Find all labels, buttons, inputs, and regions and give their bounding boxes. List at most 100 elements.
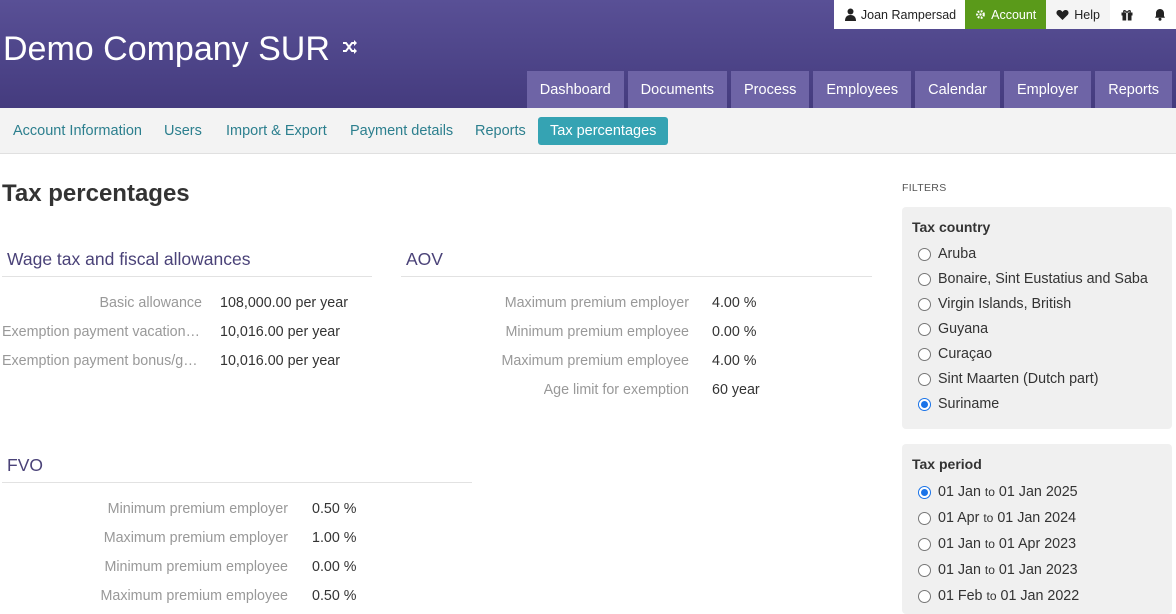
radio-button[interactable] [918, 511, 931, 525]
page-title: Tax percentages [2, 180, 190, 207]
nav-employer[interactable]: Employer [1003, 71, 1092, 108]
period-to: 01 Jan 2022 [1000, 588, 1080, 604]
row-label: Maximum premium employer [103, 530, 288, 546]
shuffle-icon[interactable] [342, 40, 358, 59]
nav-process[interactable]: Process [731, 71, 810, 108]
period-sep: to [984, 485, 995, 499]
tab-import-export[interactable]: Import & Export [226, 117, 327, 145]
radio-button[interactable] [918, 322, 931, 336]
radio-button[interactable] [918, 372, 931, 386]
country-option-virgin-islands[interactable]: Virgin Islands, British [918, 296, 1071, 312]
tab-payment-details[interactable]: Payment details [350, 117, 453, 145]
row-value: 0.50 % [312, 501, 357, 517]
aov-row: Minimum premium employee 0.00 % [401, 324, 871, 344]
gift-button[interactable] [1110, 0, 1143, 29]
period-sep: to [984, 563, 995, 577]
row-value: 108,000.00 per year [220, 295, 348, 311]
nav-dashboard[interactable]: Dashboard [526, 71, 624, 108]
radio-button-selected[interactable] [918, 485, 931, 499]
country-option-suriname[interactable]: Suriname [918, 396, 999, 412]
row-value: 10,016.00 per year [220, 324, 341, 340]
radio-button[interactable] [918, 297, 931, 311]
period-option[interactable]: 01 Jan to 01 Jan 2023 [918, 562, 1078, 578]
notifications-button[interactable] [1143, 0, 1176, 29]
wage-row-exemption-bonus: Exemption payment bonus/gratuity 10,016.… [0, 353, 360, 373]
row-value: 0.00 % [712, 324, 757, 340]
aov-row: Age limit for exemption 60 year [401, 382, 871, 402]
tax-period-title: Tax period [912, 456, 982, 472]
period-to: 01 Apr 2023 [998, 536, 1077, 552]
bell-icon [1154, 8, 1166, 21]
country-option-guyana[interactable]: Guyana [918, 321, 988, 337]
row-value: 4.00 % [712, 295, 757, 311]
period-from: 01 Jan [938, 484, 981, 500]
radio-button[interactable] [918, 347, 931, 361]
row-value: 4.00 % [712, 353, 757, 369]
radio-button[interactable] [918, 563, 931, 577]
period-from: 01 Feb [938, 588, 983, 604]
aov-row: Maximum premium employee 4.00 % [401, 353, 871, 373]
period-option[interactable]: 01 Apr to 01 Jan 2024 [918, 510, 1076, 526]
nav-employees[interactable]: Employees [813, 71, 912, 108]
aov-heading: AOV [401, 249, 872, 277]
country-option-curacao[interactable]: Curaçao [918, 346, 992, 362]
period-from: 01 Jan [938, 536, 981, 552]
period-from: 01 Apr [938, 510, 980, 526]
help-button[interactable]: Help [1046, 0, 1110, 29]
gear-icon [975, 9, 986, 20]
row-label: Basic allowance [99, 295, 202, 311]
row-label: Exemption payment vacation allowance [2, 324, 200, 340]
row-label: Minimum premium employee [104, 559, 288, 575]
tab-reports[interactable]: Reports [475, 117, 526, 145]
sub-nav: Account Information Users Import & Expor… [0, 108, 1176, 154]
period-option[interactable]: 01 Jan to 01 Apr 2023 [918, 536, 1076, 552]
main-nav: Dashboard Documents Process Employees Ca… [523, 71, 1172, 108]
radio-button[interactable] [918, 589, 931, 603]
tab-account-information[interactable]: Account Information [13, 117, 142, 145]
tax-period-panel: Tax period 01 Jan to 01 Jan 2025 01 Apr … [902, 444, 1172, 614]
company-name: Demo Company SUR [3, 30, 330, 68]
user-icon [844, 8, 856, 21]
fvo-heading: FVO [2, 455, 472, 483]
option-label: Aruba [938, 246, 977, 262]
country-option-aruba[interactable]: Aruba [918, 246, 976, 262]
radio-button[interactable] [918, 272, 931, 286]
account-button[interactable]: Account [965, 0, 1047, 29]
wage-row-basic-allowance: Basic allowance 108,000.00 per year [0, 295, 360, 315]
user-menu[interactable]: Joan Rampersad [833, 0, 966, 29]
radio-button[interactable] [918, 537, 931, 551]
fvo-row: Maximum premium employer 1.00 % [0, 530, 470, 550]
nav-calendar[interactable]: Calendar [915, 71, 1000, 108]
period-to: 01 Jan 2023 [998, 562, 1078, 578]
filters-heading: FILTERS [902, 182, 947, 194]
period-sep: to [983, 511, 994, 525]
app-header: Demo Company SUR Joan Rampersad Account … [0, 0, 1176, 108]
radio-button-selected[interactable] [918, 397, 931, 411]
tab-users[interactable]: Users [164, 117, 202, 145]
period-option[interactable]: 01 Feb to 01 Jan 2022 [918, 588, 1079, 604]
country-option-sint-maarten[interactable]: Sint Maarten (Dutch part) [918, 371, 1099, 387]
period-option[interactable]: 01 Jan to 01 Jan 2025 [918, 484, 1078, 500]
period-to: 01 Jan 2025 [998, 484, 1078, 500]
radio-button[interactable] [918, 247, 931, 261]
account-label: Account [991, 7, 1037, 22]
heart-icon [1056, 9, 1069, 21]
row-value: 60 year [712, 382, 760, 398]
fvo-row: Maximum premium employee 0.50 % [0, 588, 470, 608]
country-option-bonaire[interactable]: Bonaire, Sint Eustatius and Saba [918, 271, 1148, 287]
wage-row-exemption-vacation: Exemption payment vacation allowance 10,… [0, 324, 360, 344]
row-label: Minimum premium employer [107, 501, 288, 517]
option-label: Sint Maarten (Dutch part) [938, 371, 1099, 387]
option-label: Curaçao [938, 346, 993, 362]
gift-icon [1121, 9, 1133, 21]
tab-tax-percentages[interactable]: Tax percentages [538, 117, 669, 145]
period-sep: to [984, 537, 995, 551]
nav-reports[interactable]: Reports [1095, 71, 1172, 108]
company-switcher[interactable]: Demo Company SUR [3, 30, 358, 69]
aov-row: Maximum premium employer 4.00 % [401, 295, 871, 315]
row-label: Age limit for exemption [543, 382, 689, 398]
row-label: Minimum premium employee [505, 324, 689, 340]
nav-documents[interactable]: Documents [627, 71, 727, 108]
fvo-row: Minimum premium employer 0.50 % [0, 501, 470, 521]
tax-country-title: Tax country [912, 219, 991, 235]
